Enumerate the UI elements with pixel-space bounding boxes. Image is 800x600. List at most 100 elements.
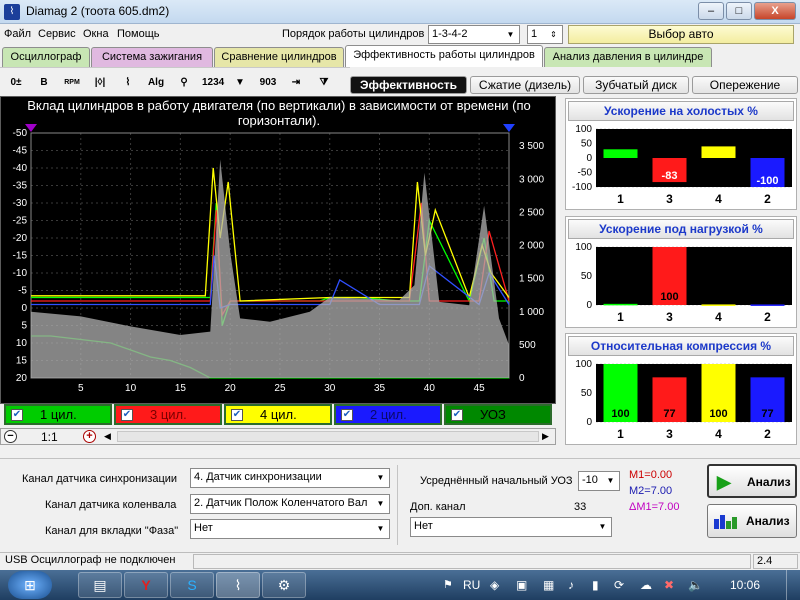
scroll-left-icon[interactable]: ◀ (104, 431, 111, 442)
close-button[interactable]: X (754, 2, 796, 20)
y-left-tick-label: 5 (21, 321, 27, 332)
uoz-label: Усреднённый начальный УОЗ (420, 475, 573, 487)
skype-taskbar-icon[interactable]: S (170, 572, 214, 598)
maximize-button[interactable]: □ (726, 2, 752, 20)
bold-icon[interactable]: B (34, 73, 54, 93)
channel-toggle-5[interactable]: ✔ УОЗ (444, 404, 552, 425)
flag-icon[interactable]: ⚑ (443, 578, 453, 591)
bar-cyl-label: 3 (666, 310, 673, 324)
signal-tray-icon[interactable]: ▮ (592, 578, 599, 592)
zoom-out-button[interactable]: − (4, 430, 17, 443)
cloud-tray-icon[interactable]: ☁ (640, 578, 652, 592)
window-title: Diamag 2 (тоота 605.dm2) (26, 4, 170, 18)
checkbox-icon[interactable]: ✔ (451, 409, 463, 421)
rpm-icon[interactable]: RPM (62, 73, 82, 93)
spinner-icon: ⇕ (550, 30, 557, 39)
alert-tray-icon[interactable]: ✖ (664, 578, 674, 592)
panel-tick-label: 50 (581, 388, 593, 399)
subtab-compression-diesel[interactable]: Сжатие (дизель) (470, 76, 580, 94)
zoom-in-button[interactable]: + (83, 430, 96, 443)
chevron-down-icon: ▼ (598, 522, 607, 531)
tool-taskbar-icon[interactable]: ⚙ (262, 572, 306, 598)
explorer-taskbar-icon[interactable]: ▤ (78, 572, 122, 598)
minimize-button[interactable]: – (698, 2, 724, 20)
checkbox-icon[interactable]: ✔ (341, 409, 353, 421)
phase-channel-select[interactable]: Нет ▼ (190, 519, 390, 539)
network-tray-icon[interactable]: ◈ (490, 578, 499, 592)
diamag-taskbar-icon[interactable]: ⌇ (216, 572, 260, 598)
menu-help[interactable]: Помощь (117, 28, 160, 40)
checkbox-icon[interactable]: ✔ (121, 409, 133, 421)
marker-m2-triangle (503, 124, 515, 132)
subtab-efficiency[interactable]: Эффективность (350, 76, 467, 94)
channel-toggle-4[interactable]: ✔ 2 цил. (334, 404, 442, 425)
chevron-down-icon: ▼ (376, 524, 385, 533)
sync-icon[interactable]: ⚲ (174, 73, 194, 93)
panel-tick-label: 50 (581, 271, 593, 282)
status-bar: USB Осциллограф не подключен 2.4 (0, 552, 800, 570)
crank-channel-value: 2. Датчик Полож Коленчатого Вал (194, 497, 368, 509)
sync-tray-icon[interactable]: ⟳ (614, 578, 624, 592)
y-left-tick-label: -35 (13, 181, 28, 192)
phase-channel-value: Нет (194, 522, 213, 534)
y-right-tick-label: 3 000 (519, 174, 544, 185)
y-left-tick-label: -40 (13, 163, 28, 174)
menu-service[interactable]: Сервис (38, 28, 76, 40)
channel-toggle-2[interactable]: ✔ 3 цил. (114, 404, 222, 425)
cyl-number-spinner[interactable]: 1 ⇕ (527, 25, 563, 44)
bar-cyl-4 (701, 146, 736, 158)
channel-label: 3 цил. (150, 407, 187, 422)
algorithm-icon[interactable]: Alg (146, 73, 166, 93)
cyl-order-select[interactable]: 1-3-4-2 ▼ (428, 25, 520, 44)
tab-cylinder-compare[interactable]: Сравнение цилиндров (214, 47, 344, 67)
order-icon[interactable]: 1234 (202, 73, 224, 93)
subtab-advance[interactable]: Опережение (692, 76, 798, 94)
tab-ignition[interactable]: Система зажигания (91, 47, 213, 67)
angle-icon[interactable]: 903 (258, 73, 278, 93)
analyze-button[interactable]: ▶ Анализ (707, 464, 797, 498)
menu-file[interactable]: Файл (4, 28, 31, 40)
channel-label: 4 цил. (260, 407, 297, 422)
tab-cylinder-efficiency[interactable]: Эффективность работы цилиндров (345, 45, 543, 67)
uoz-value: -10 (582, 474, 598, 486)
language-indicator[interactable]: RU (463, 578, 480, 592)
speaker-tray-icon[interactable]: 🔈 (688, 578, 703, 592)
checkbox-icon[interactable]: ✔ (11, 409, 23, 421)
aux-channel-select[interactable]: Нет ▼ (410, 517, 612, 537)
tab-oscilloscope[interactable]: Осциллограф (2, 47, 90, 67)
filter-icon[interactable]: ▼ (230, 73, 250, 93)
show-desktop-button[interactable] (786, 570, 800, 600)
sync-channel-select[interactable]: 4. Датчик синхронизации ▼ (190, 468, 390, 488)
tab-pressure-analysis[interactable]: Анализ давления в цилиндре (544, 47, 712, 67)
export-icon[interactable]: ⇥ (286, 73, 306, 93)
channel-toggle-1[interactable]: ✔ 1 цил. (4, 404, 112, 425)
trend-icon[interactable]: ⌇ (118, 73, 138, 93)
uoz-select[interactable]: -10 ▼ (578, 471, 620, 491)
scale-icon[interactable]: |◊| (90, 73, 110, 93)
aux-channel-number: 33 (574, 501, 587, 513)
analyze-bars-button[interactable]: Анализ (707, 504, 797, 538)
subtab-toothed-disc[interactable]: Зубчатый диск (583, 76, 689, 94)
bar-value-label: 100 (709, 408, 727, 420)
bar-cyl-label: 2 (764, 310, 771, 324)
offset-icon[interactable]: 0± (6, 73, 26, 93)
menu-windows[interactable]: Окна (83, 28, 109, 40)
bar-value-label: 100 (660, 291, 678, 303)
volume-tray-icon[interactable]: ♪ (568, 578, 574, 592)
checkbox-icon[interactable]: ✔ (231, 409, 243, 421)
chip-tray-icon[interactable]: ▦ (543, 578, 554, 592)
bar-cyl-label: 1 (617, 310, 624, 324)
select-car-button[interactable]: Выбор авто (568, 25, 794, 44)
funnel-icon[interactable]: ⧩ (314, 73, 334, 93)
channel-toggle-3[interactable]: ✔ 4 цил. (224, 404, 332, 425)
channel-label: 1 цил. (40, 407, 77, 422)
scroll-right-icon[interactable]: ▶ (542, 431, 549, 442)
clock[interactable]: 10:06 (730, 578, 760, 592)
yandex-taskbar-icon[interactable]: Y (124, 572, 168, 598)
bar-cyl-label: 2 (764, 192, 771, 206)
y-right-tick-label: 2 000 (519, 241, 544, 252)
horizontal-scrollbar[interactable] (117, 431, 539, 442)
start-button[interactable]: ⊞ (8, 571, 52, 599)
device-tray-icon[interactable]: ▣ (516, 578, 527, 592)
crank-channel-select[interactable]: 2. Датчик Полож Коленчатого Вал ▼ (190, 494, 390, 514)
